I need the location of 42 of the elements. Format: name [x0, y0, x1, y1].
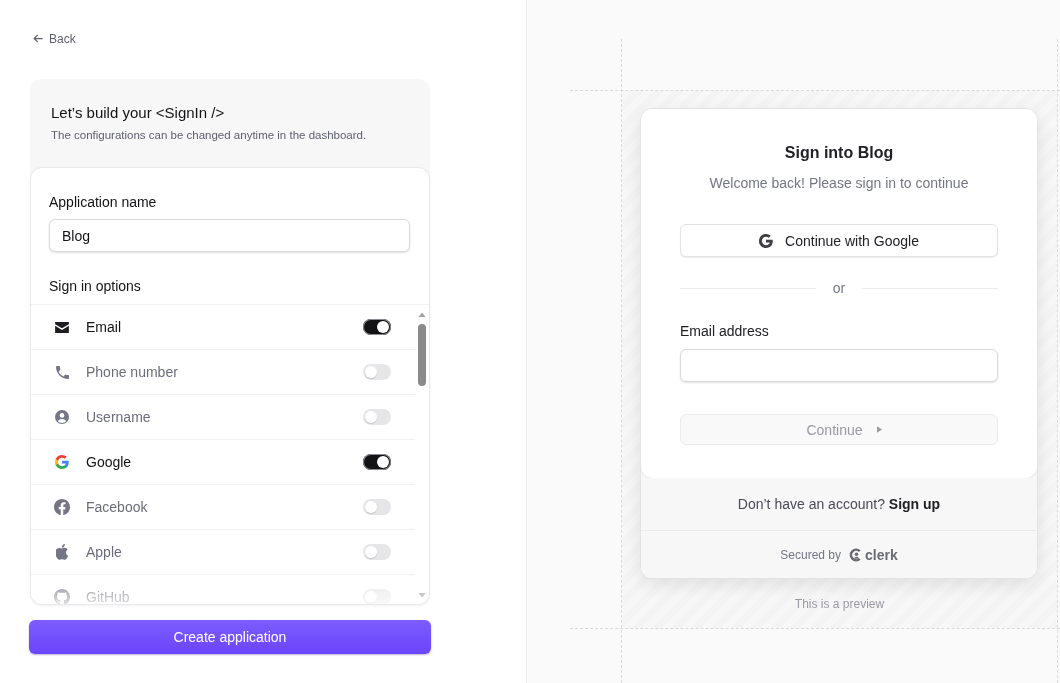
google-icon — [759, 233, 774, 248]
toggle-switch[interactable] — [363, 319, 391, 335]
facebook-icon — [54, 499, 70, 515]
field-label: Application name — [49, 193, 158, 212]
option-label: Phone number — [86, 363, 179, 382]
user-icon — [55, 410, 69, 424]
logo-text: clerk — [865, 546, 898, 563]
card-subtitle: Welcome back! Please sign in to continue — [708, 174, 970, 193]
email-field[interactable] — [680, 349, 998, 382]
toggle-switch[interactable] — [363, 454, 391, 470]
secured-by-label: Secured by — [780, 547, 841, 562]
google-icon — [55, 455, 69, 469]
option-label: Username — [86, 408, 152, 427]
back-link[interactable]: Back — [33, 30, 76, 47]
option-label: Facebook — [86, 498, 149, 517]
divider-label: or — [832, 279, 846, 298]
application-name-field[interactable]: Blog — [49, 219, 410, 252]
logo-icon — [849, 547, 863, 562]
caret-right-icon — [876, 426, 882, 433]
option-label: Email — [86, 318, 122, 337]
phone-icon — [55, 365, 69, 379]
create-application-button[interactable]: Create application — [29, 620, 431, 654]
card-title: Let’s build your <SignIn /> — [51, 103, 226, 123]
apple-icon — [55, 544, 69, 560]
github-icon — [54, 589, 70, 604]
preview-caption: This is a preview — [793, 596, 886, 612]
option-label: GitHub — [86, 588, 131, 604]
toggle-switch[interactable] — [363, 409, 391, 425]
toggle-switch[interactable] — [363, 499, 391, 515]
sign-up-prompt: Don’t have an account? Sign up — [736, 495, 942, 514]
toggle-switch[interactable] — [363, 364, 391, 380]
sign-up-link[interactable]: Sign up — [888, 496, 941, 512]
card-subtitle: The configurations can be changed anytime in the dashboard. — [51, 128, 368, 143]
envelope-icon — [55, 321, 69, 333]
field-label: Email address — [680, 322, 770, 341]
section-heading: Sign in options — [49, 277, 142, 296]
option-label: Apple — [86, 543, 123, 562]
card-title: Sign into Blog — [783, 143, 895, 163]
arrow-left-icon — [33, 34, 43, 43]
toggle-switch[interactable] — [363, 544, 391, 560]
google-button[interactable]: Continue with Google — [680, 224, 998, 257]
option-label: Google — [86, 453, 133, 472]
